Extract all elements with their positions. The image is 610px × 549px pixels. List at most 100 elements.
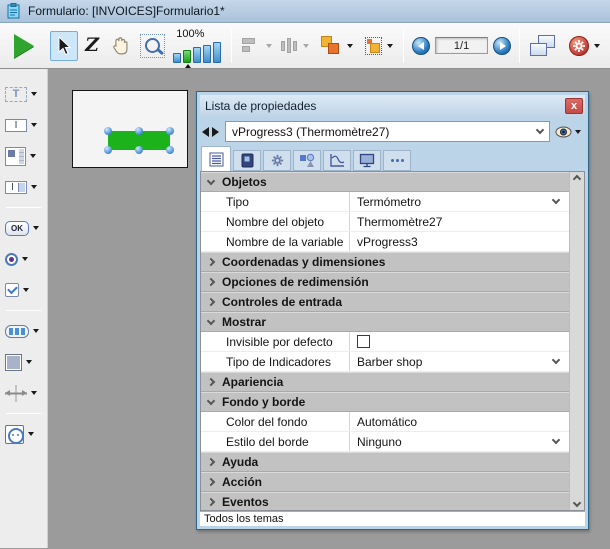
selection-handle[interactable] [166,127,174,135]
property-row-invisible-por-defecto[interactable]: Invisible por defecto [201,332,569,352]
previous-page-button[interactable] [412,37,430,55]
control-selector-row: vProgress3 (Thermomètre27) [200,117,585,146]
section-controles-de-entrada[interactable]: Controles de entrada [201,292,569,312]
dropdown-caret-icon[interactable] [347,44,353,48]
thermometer-control[interactable] [108,131,170,150]
chevron-down-icon [207,396,215,404]
form-canvas[interactable] [72,90,188,168]
scroll-down-icon[interactable] [573,499,581,507]
dropdown-caret-icon[interactable] [31,391,37,395]
next-control-icon[interactable] [212,127,219,137]
scroll-up-icon[interactable] [573,175,581,183]
section-ayuda[interactable]: Ayuda [201,452,569,472]
selection-handle[interactable] [166,146,174,154]
property-row-tipo[interactable]: TipoTermómetro [201,192,569,212]
dropdown-caret-icon[interactable] [26,360,32,364]
tab-details[interactable] [201,146,231,171]
ole-control-button[interactable] [0,421,47,447]
dropdown-caret-icon[interactable] [22,257,28,261]
tab-order-button[interactable]: Z [78,31,106,61]
dropdown-caret-icon[interactable] [33,226,39,230]
section-apariencia[interactable]: Apariencia [201,372,569,392]
selection-handle[interactable] [135,146,143,154]
tab-settings[interactable] [263,150,291,171]
tab-style[interactable] [293,150,321,171]
chevron-down-icon[interactable] [552,356,560,364]
tab-help[interactable] [233,150,261,171]
section-objetos[interactable]: Objetos [201,172,569,192]
cascade-windows-button[interactable] [526,31,560,61]
tab-order-icon: Z [85,36,99,55]
static-text-control-button[interactable] [0,81,47,107]
bring-to-front-button[interactable] [317,31,356,61]
selection-options-button[interactable] [361,31,398,61]
zoom-selection-button[interactable] [136,31,170,61]
next-page-button[interactable] [493,37,511,55]
scrollbar[interactable] [569,172,584,510]
close-button[interactable]: x [565,98,583,114]
dropdown-caret-icon[interactable] [594,44,600,48]
selection-handle[interactable] [104,127,112,135]
zoom-level-control[interactable]: 100% [173,29,221,63]
checkbox[interactable] [357,335,370,348]
chevron-down-icon[interactable] [552,196,560,204]
section-fondo-y-borde[interactable]: Fondo y borde [201,392,569,412]
pointer-tool-button[interactable] [50,31,78,61]
property-value-cell[interactable]: Ninguno [349,432,569,451]
section-mostrar[interactable]: Mostrar [201,312,569,332]
run-test-button[interactable] [10,31,38,61]
dropdown-caret-icon[interactable] [30,154,36,158]
property-row-tipo-de-indicadores[interactable]: Tipo de IndicadoresBarber shop [201,352,569,372]
property-row-nombre-de-la-variable[interactable]: Nombre de la variablevProgress3 [201,232,569,252]
previous-control-icon[interactable] [202,127,209,137]
property-value-cell[interactable]: vProgress3 [349,232,569,251]
section-opciones-de-redimensi-n[interactable]: Opciones de redimensión [201,272,569,292]
dropdown-caret-icon[interactable] [31,92,37,96]
page-indicator[interactable]: 1/1 [435,37,488,54]
edit-control-button[interactable] [0,112,47,138]
section-acci-n[interactable]: Acción [201,472,569,492]
settings-button[interactable] [565,31,604,61]
section-eventos[interactable]: Eventos [201,492,569,511]
property-value-cell[interactable]: Thermomètre27 [349,212,569,231]
splitter-control-button[interactable] [0,380,47,406]
tab-chart[interactable] [323,150,351,171]
property-value-cell[interactable] [349,332,569,351]
dropdown-caret-icon[interactable] [31,185,37,189]
property-row-estilo-del-borde[interactable]: Estilo del bordeNinguno [201,432,569,452]
progressbar-control-button[interactable] [0,318,47,344]
section-coordenadas-y-dimensiones[interactable]: Coordenadas y dimensiones [201,252,569,272]
toolbox-separator [6,413,41,414]
property-value-cell[interactable]: Termómetro [349,192,569,211]
list-control-button[interactable] [0,143,47,169]
checkbox-control-button[interactable] [0,277,47,303]
dropdown-caret-icon[interactable] [31,123,37,127]
chevron-down-icon[interactable] [552,436,560,444]
next-page-icon [500,42,506,50]
property-value-cell[interactable]: Barber shop [349,352,569,371]
property-label: Nombre del objeto [201,215,349,229]
form-document-icon [7,3,21,19]
property-row-nombre-del-objeto[interactable]: Nombre del objetoThermomètre27 [201,212,569,232]
chevron-right-icon [207,278,215,286]
tab-display[interactable] [353,150,381,171]
edit-control-icon [5,119,27,132]
combo-control-button[interactable] [0,174,47,200]
radio-control-button[interactable] [0,246,47,272]
form-design-area[interactable]: Lista de propiedades x vProgress3 (Therm… [48,69,610,548]
control-selector-combobox[interactable]: vProgress3 (Thermomètre27) [225,121,550,142]
dropdown-caret-icon[interactable] [23,288,29,292]
property-row-color-del-fondo[interactable]: Color del fondoAutomático [201,412,569,432]
visibility-filter-button[interactable] [553,126,583,138]
dropdown-caret-icon[interactable] [33,329,39,333]
property-value-cell[interactable]: Automático [349,412,569,431]
pan-button[interactable] [106,31,136,61]
chevron-down-icon[interactable] [536,126,544,134]
dropdown-caret-icon[interactable] [387,44,393,48]
dropdown-caret-icon[interactable] [28,432,34,436]
button-control-button[interactable] [0,215,47,241]
selection-handle[interactable] [104,146,112,154]
shape-control-button[interactable] [0,349,47,375]
selection-handle[interactable] [135,127,143,135]
tab-more[interactable] [383,150,411,171]
